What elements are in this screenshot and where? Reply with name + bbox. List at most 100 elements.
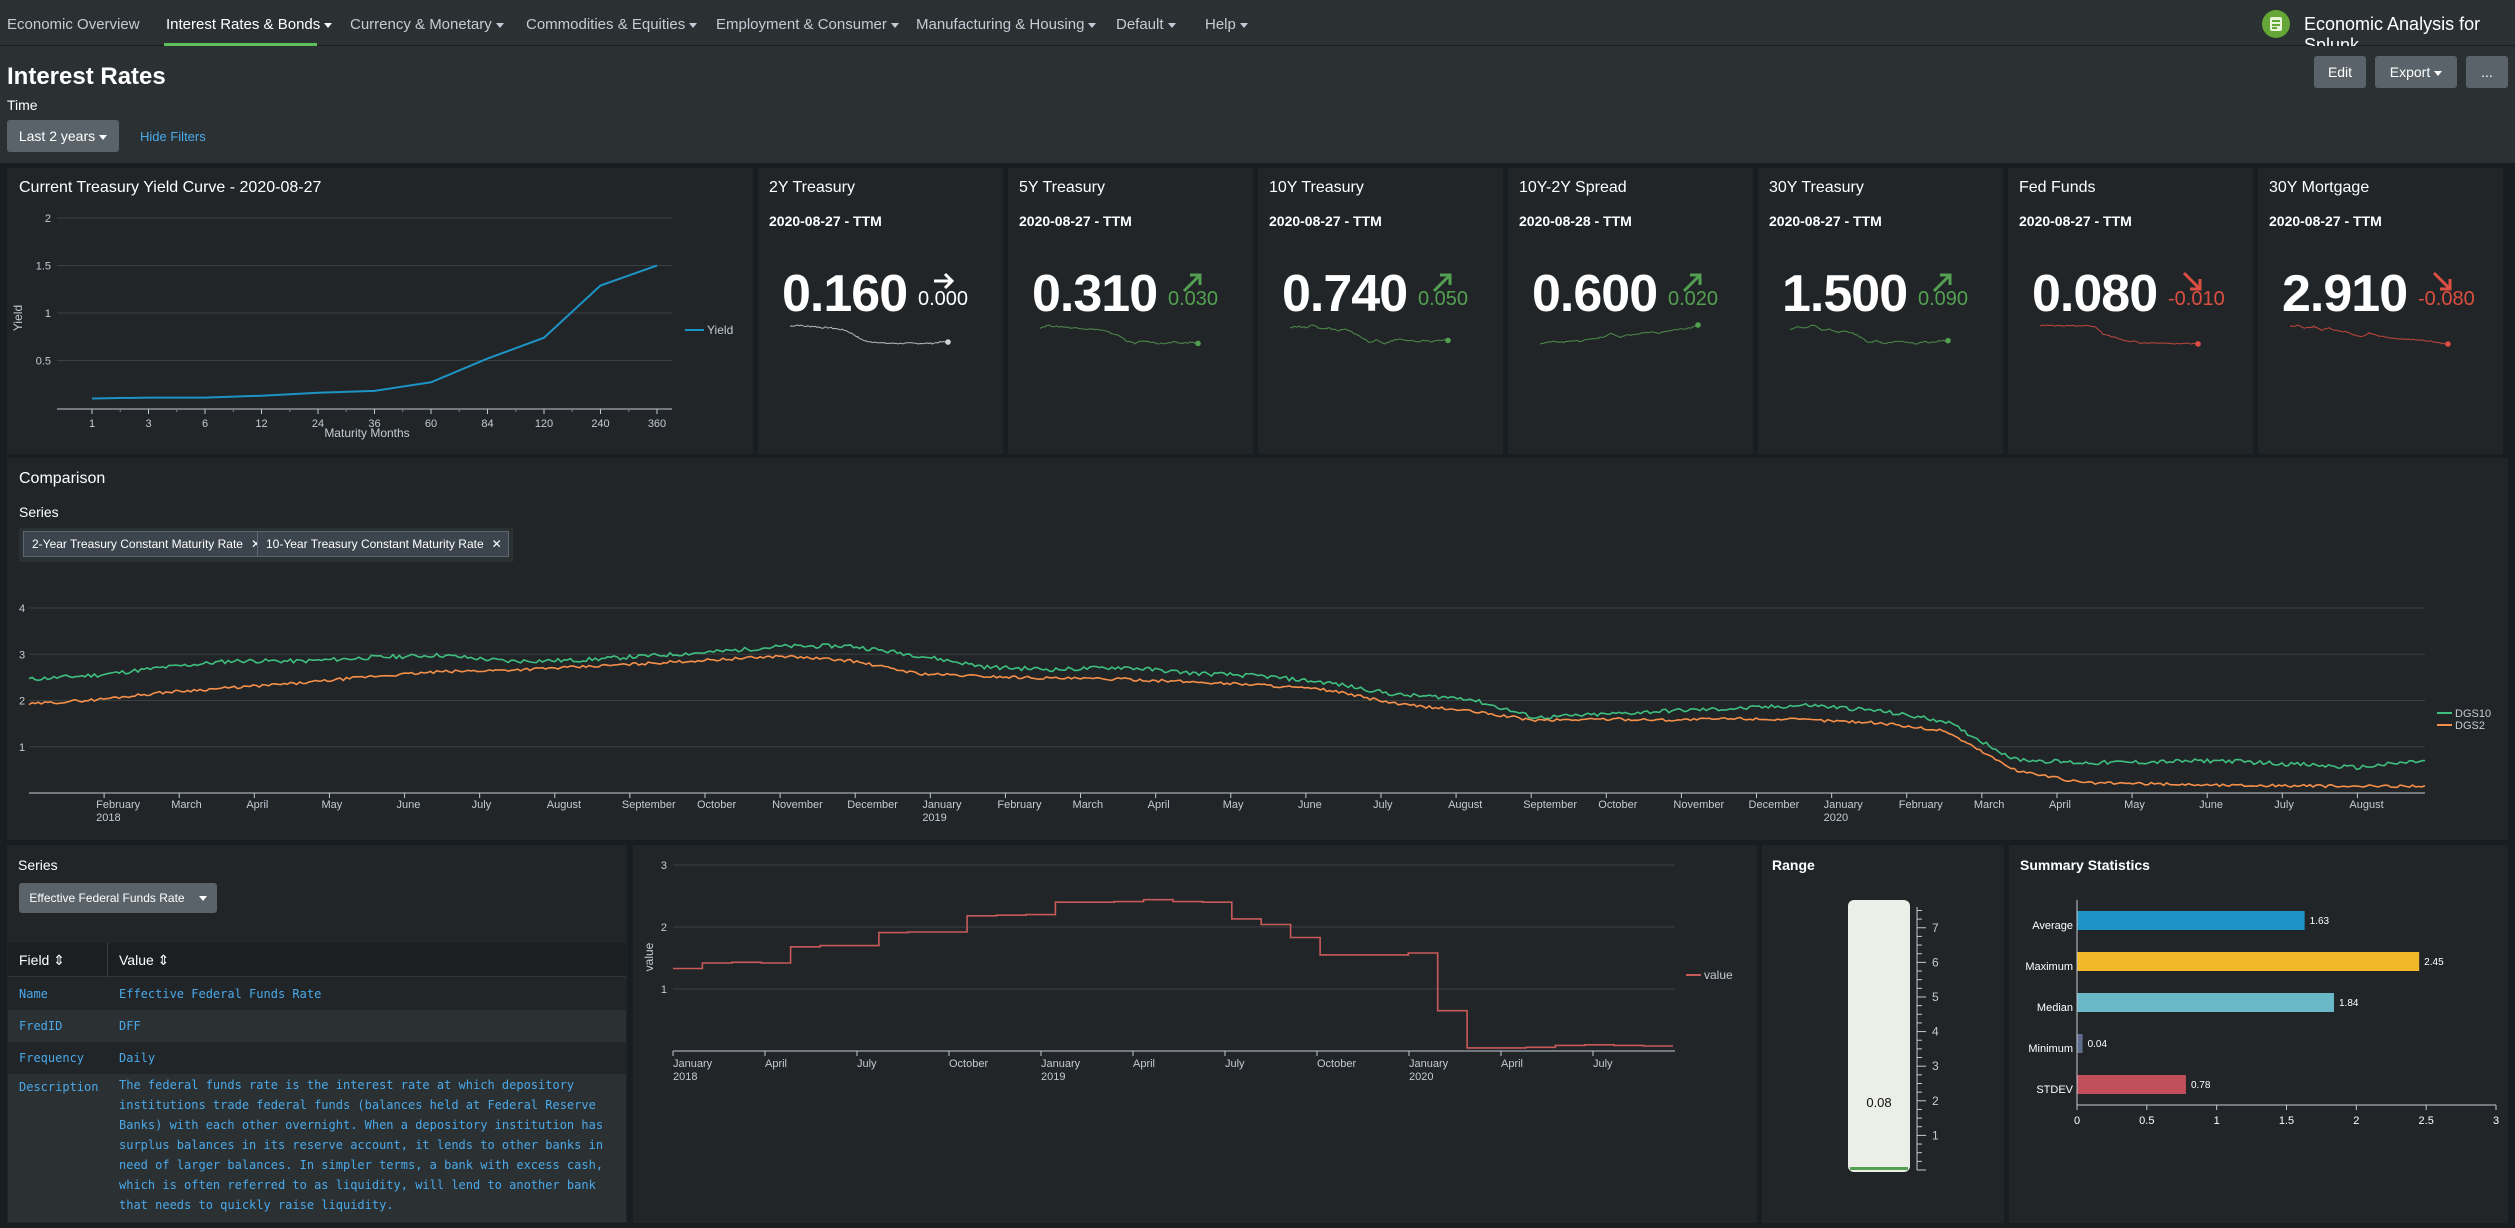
sparkline	[1039, 324, 1199, 345]
dgs10-series-line	[28, 643, 2426, 771]
hide-filters-link[interactable]: Hide Filters	[140, 129, 206, 144]
fed-funds-series-line	[673, 898, 1673, 1049]
nav-economic-overview[interactable]: Economic Overview	[7, 16, 140, 33]
y-tick-label: 1.5	[36, 261, 51, 273]
x-tick-label: November	[1673, 799, 1724, 811]
table-header: Field ⇕ Value ⇕	[8, 943, 626, 977]
x-tick-label: September	[622, 799, 676, 811]
x-tick-label: December	[1749, 799, 1800, 811]
nav-help[interactable]: Help	[1205, 16, 1248, 33]
x-tick-label-year: 2020	[1409, 1071, 1433, 1083]
legend-label[interactable]: DGS2	[2455, 720, 2485, 732]
sparkline-endpoint	[2445, 341, 2451, 347]
x-tick-label: March	[1974, 799, 2005, 811]
x-tick-label: November	[772, 799, 823, 811]
x-tick-label: February	[997, 799, 1042, 811]
bar-value-label: 1.63	[2310, 916, 2330, 927]
nav-interest-rates-bonds[interactable]: Interest Rates & Bonds	[166, 16, 333, 33]
x-tick-label-year: 2020	[1824, 812, 1848, 824]
x-tick-label: October	[1317, 1058, 1356, 1070]
column-header-value[interactable]: Value ⇕	[119, 952, 169, 969]
app-navigation-bar: Economic Overview Interest Rates & Bonds…	[0, 0, 2515, 55]
table-row[interactable]: Description The federal funds rate is th…	[8, 1074, 626, 1222]
kpi-tile: 5Y Treasury 2020-08-27 - TTM 0.310 0.030	[1008, 168, 1253, 454]
x-axis-title: Maturity Months	[324, 426, 409, 440]
sparkline	[789, 324, 949, 345]
nav-currency-monetary[interactable]: Currency & Monetary	[350, 16, 504, 33]
column-header-field[interactable]: Field ⇕	[19, 952, 65, 969]
x-tick-label: January	[1041, 1058, 1081, 1070]
x-tick-label: October	[949, 1058, 988, 1070]
range-gauge: 0.08 1 2 3 4 5 6 7	[1848, 900, 1939, 1172]
kpi-tile: 30Y Mortgage 2020-08-27 - TTM 2.910 -0.080	[2258, 168, 2503, 454]
summary-bar-chart: Average 1.63 Maximum 2.45 Median 1.84 Minimum 0…	[2025, 900, 2499, 1127]
trend-up-arrow-icon	[1932, 273, 1952, 293]
x-tick-label: April	[765, 1058, 787, 1070]
more-actions-button[interactable]: ...	[2466, 56, 2508, 88]
caret-down-icon	[1167, 22, 1176, 28]
nav-manufacturing-housing[interactable]: Manufacturing & Housing	[916, 16, 1097, 33]
nav-commodities-equities[interactable]: Commodities & Equities	[526, 16, 698, 33]
stat-bar[interactable]	[2077, 952, 2420, 971]
stat-bar[interactable]	[2077, 1034, 2083, 1053]
category-label: Minimum	[2028, 1043, 2073, 1055]
x-tick-label: 6	[202, 418, 208, 430]
time-range-value: Last 2 years	[18, 128, 96, 144]
dashboard-header	[0, 46, 2515, 163]
x-tick-label: 2	[2353, 1115, 2359, 1127]
y-tick-label: 1	[45, 308, 51, 320]
export-button[interactable]: Export	[2375, 56, 2457, 88]
x-tick-label: August	[1448, 799, 1482, 811]
x-tick-label: January	[922, 799, 962, 811]
time-range-picker[interactable]: Last 2 years	[7, 120, 119, 152]
x-tick-label: January	[673, 1058, 713, 1070]
sparkline-endpoint	[1195, 340, 1201, 347]
nav-default[interactable]: Default	[1116, 16, 1176, 33]
nav-label: Manufacturing & Housing	[916, 16, 1085, 33]
x-tick-label: March	[1073, 799, 1104, 811]
legend-label[interactable]: DGS10	[2455, 708, 2491, 720]
x-tick-label-year: 2018	[96, 812, 120, 824]
category-label: STDEV	[2036, 1084, 2073, 1096]
caret-down-icon	[495, 22, 504, 28]
x-tick-label: May	[2124, 799, 2145, 811]
caret-down-icon	[324, 22, 333, 28]
summary-statistics-panel: Summary Statistics Average 1.63 Maximum 2.4…	[2009, 845, 2508, 1223]
x-tick-label: 3	[145, 418, 151, 430]
x-tick-label: January	[1409, 1058, 1449, 1070]
caret-down-icon	[99, 134, 108, 140]
trend-up-arrow-icon	[1432, 273, 1452, 293]
header-label: Field	[19, 952, 50, 968]
y-tick-label: 0.5	[36, 356, 51, 368]
table-row[interactable]: Name Effective Federal Funds Rate	[8, 978, 626, 1010]
legend-label[interactable]: value	[1704, 968, 1733, 982]
x-tick-label: June	[1298, 799, 1322, 811]
x-tick-label: August	[547, 799, 581, 811]
gauge-fill	[1850, 1167, 1908, 1170]
x-tick-label: May	[1223, 799, 1244, 811]
stat-bar[interactable]	[2077, 993, 2334, 1012]
x-tick-label: October	[697, 799, 736, 811]
value-cell: The federal funds rate is the interest r…	[119, 1078, 604, 1212]
stat-bar[interactable]	[2077, 1075, 2186, 1094]
series-select-dropdown[interactable]: Effective Federal Funds Rate	[19, 883, 217, 913]
x-tick-label: July	[857, 1058, 877, 1070]
sparkline	[1539, 324, 1699, 345]
gauge-value: 0.08	[1866, 1095, 1891, 1110]
column-divider	[107, 943, 108, 977]
sparkline-endpoint	[1445, 337, 1451, 344]
gauge-tick-label: 1	[1932, 1128, 1939, 1142]
table-row[interactable]: FredID DFF	[8, 1010, 626, 1042]
table-row[interactable]: Frequency Daily	[8, 1042, 626, 1074]
sparkline-endpoint	[1695, 322, 1701, 328]
y-axis-title: Yield	[11, 305, 25, 331]
edit-button[interactable]: Edit	[2314, 56, 2366, 88]
nav-employment-consumer[interactable]: Employment & Consumer	[716, 16, 899, 33]
kpi-graphics	[2289, 271, 2452, 347]
time-input-label: Time	[7, 97, 38, 113]
legend-label[interactable]: Yield	[707, 323, 733, 337]
x-tick-label: 0.5	[2139, 1115, 2154, 1127]
page-title: Interest Rates	[7, 63, 166, 90]
x-tick-label: April	[246, 799, 268, 811]
stat-bar[interactable]	[2077, 911, 2305, 930]
